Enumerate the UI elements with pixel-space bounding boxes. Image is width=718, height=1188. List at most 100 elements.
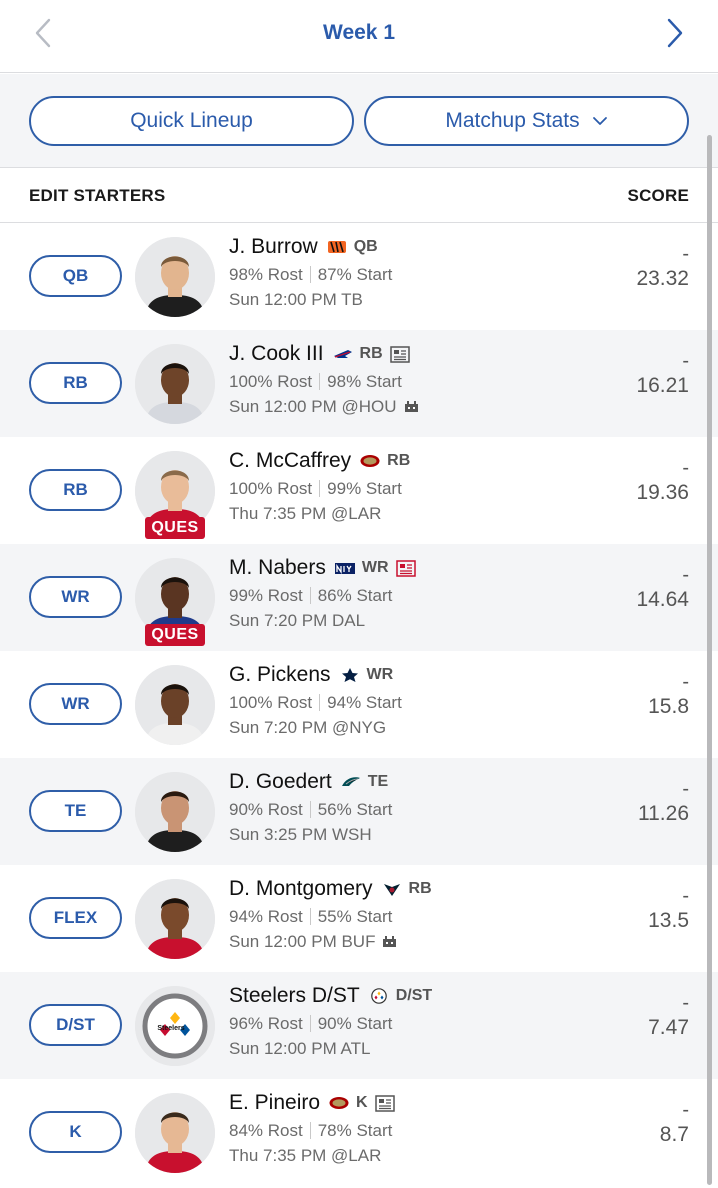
started-percent: 56% Start bbox=[317, 799, 393, 819]
player-name-link[interactable]: D. Goedert bbox=[229, 770, 332, 794]
player-row[interactable]: WR QUES M. Nabers WR 99% Rost 86% Start Sun 7:… bbox=[0, 544, 718, 651]
lineup-slot-button[interactable]: RB bbox=[29, 362, 122, 404]
avatar[interactable] bbox=[135, 665, 215, 745]
ownership-stats: 94% Rost 55% Start bbox=[229, 904, 432, 929]
chevron-right-icon[interactable] bbox=[660, 16, 688, 50]
player-row[interactable]: TE D. Goedert TE 90% Rost 56% Start Sun 3:25 … bbox=[0, 758, 718, 865]
player-name-link[interactable]: J. Burrow bbox=[229, 235, 318, 259]
player-info: D. Montgomery RB 94% Rost 55% Start Sun 12:0… bbox=[229, 874, 432, 954]
player-name-line: M. Nabers WR bbox=[229, 553, 416, 583]
avatar[interactable] bbox=[135, 237, 215, 317]
lineup-slot-button[interactable]: FLEX bbox=[29, 897, 122, 939]
player-position: RB bbox=[387, 452, 411, 469]
player-row[interactable]: QB J. Burrow QB 98% Rost 87% Start Sun 12:00 … bbox=[0, 223, 718, 330]
player-score: 8.7 bbox=[659, 1123, 689, 1146]
game-info: Sun 12:00 PM BUF bbox=[229, 929, 432, 954]
lineup-slot-button[interactable]: K bbox=[29, 1111, 122, 1153]
stat-divider bbox=[309, 908, 311, 925]
ownership-stats: 98% Rost 87% Start bbox=[229, 262, 392, 287]
quick-lineup-button[interactable]: Quick Lineup bbox=[29, 96, 354, 146]
game-info: Sun 7:20 PM DAL bbox=[229, 608, 416, 633]
projected-placeholder: - bbox=[682, 778, 689, 800]
ownership-stats: 100% Rost 94% Start bbox=[229, 690, 402, 715]
lineup-slot-button[interactable]: WR bbox=[29, 683, 122, 725]
game-info: Thu 7:35 PM @LAR bbox=[229, 501, 410, 526]
player-news-icon[interactable] bbox=[374, 1094, 395, 1112]
injury-status-badge: QUES bbox=[145, 624, 205, 646]
rostered-percent: 98% Rost bbox=[229, 264, 303, 284]
player-news-icon[interactable] bbox=[389, 345, 410, 363]
giants-logo bbox=[334, 563, 355, 575]
matchup-stats-label: Matchup Stats bbox=[445, 109, 580, 132]
projected-placeholder: - bbox=[682, 564, 689, 586]
player-name-link[interactable]: C. McCaffrey bbox=[229, 449, 351, 473]
rostered-percent: 100% Rost bbox=[229, 371, 313, 391]
edit-starters-heading: EDIT STARTERS bbox=[29, 186, 166, 205]
avatar[interactable]: Steelers bbox=[135, 986, 215, 1066]
player-score: 15.8 bbox=[648, 695, 689, 718]
player-info: E. Pineiro K 84% Rost 78% Start Thu 7:35 PM … bbox=[229, 1088, 395, 1168]
player-name-link[interactable]: G. Pickens bbox=[229, 663, 331, 687]
week-title[interactable]: Week 1 bbox=[0, 21, 718, 45]
player-score: 19.36 bbox=[636, 481, 689, 504]
lineup-slot-button[interactable]: D/ST bbox=[29, 1004, 122, 1046]
stadium-icon bbox=[404, 401, 418, 412]
rostered-percent: 84% Rost bbox=[229, 1120, 303, 1140]
quick-lineup-label: Quick Lineup bbox=[130, 109, 253, 132]
stat-divider bbox=[309, 1122, 311, 1139]
player-name-link[interactable]: J. Cook III bbox=[229, 342, 324, 366]
started-percent: 78% Start bbox=[317, 1120, 393, 1140]
scrollbar[interactable] bbox=[707, 135, 712, 1185]
player-row[interactable]: FLEX D. Montgomery RB 94% Rost 55% Start Sun … bbox=[0, 865, 718, 972]
projected-placeholder: - bbox=[682, 671, 689, 693]
player-position: D/ST bbox=[395, 987, 433, 1004]
lineup-slot-button[interactable]: QB bbox=[29, 255, 122, 297]
ownership-stats: 99% Rost 86% Start bbox=[229, 583, 416, 608]
lineup-slot-button[interactable]: TE bbox=[29, 790, 122, 832]
projected-placeholder: - bbox=[682, 885, 689, 907]
player-name-line: C. McCaffrey RB bbox=[229, 446, 410, 476]
player-news-icon[interactable] bbox=[395, 559, 416, 577]
started-percent: 99% Start bbox=[327, 478, 402, 498]
player-position: TE bbox=[367, 773, 389, 790]
player-row[interactable]: WR G. Pickens WR 100% Rost 94% Start Sun 7:20… bbox=[0, 651, 718, 758]
lineup-slot-button[interactable]: RB bbox=[29, 469, 122, 511]
rostered-percent: 99% Rost bbox=[229, 585, 303, 605]
player-row[interactable]: RB QUES C. McCaffrey RB 100% Rost 99% Start Th… bbox=[0, 437, 718, 544]
player-score: 16.21 bbox=[636, 374, 689, 397]
stat-divider bbox=[319, 373, 321, 390]
lineup-slot-button[interactable]: WR bbox=[29, 576, 122, 618]
player-info: Steelers D/ST D/ST 96% Rost 90% Start Sun 12… bbox=[229, 981, 432, 1061]
started-percent: 87% Start bbox=[317, 264, 393, 284]
avatar[interactable] bbox=[135, 1093, 215, 1173]
starters-list-header: EDIT STARTERS SCORE bbox=[0, 169, 718, 223]
started-percent: 98% Start bbox=[327, 371, 402, 391]
rostered-percent: 100% Rost bbox=[229, 478, 313, 498]
projected-placeholder: - bbox=[682, 243, 689, 265]
player-name-line: Steelers D/ST D/ST bbox=[229, 981, 432, 1011]
game-time-opponent: Sun 12:00 PM ATL bbox=[229, 1038, 371, 1058]
started-percent: 86% Start bbox=[317, 585, 393, 605]
player-row[interactable]: RB J. Cook III RB 100% Rost 98% Start Sun 12:… bbox=[0, 330, 718, 437]
player-row[interactable]: K E. Pineiro K 84% Rost 78% Start Thu 7:35 PM… bbox=[0, 1079, 718, 1186]
avatar[interactable] bbox=[135, 772, 215, 852]
player-row[interactable]: D/ST Steelers Steelers D/ST D/ST 96% Rost 90%… bbox=[0, 972, 718, 1079]
injury-status-badge: QUES bbox=[145, 517, 205, 539]
player-name-line: G. Pickens WR bbox=[229, 660, 402, 690]
matchup-stats-dropdown[interactable]: Matchup Stats bbox=[364, 96, 689, 146]
chevron-down-icon bbox=[592, 117, 607, 125]
player-name-link[interactable]: D. Montgomery bbox=[229, 877, 373, 901]
player-name-line: E. Pineiro K bbox=[229, 1088, 395, 1118]
player-name-link[interactable]: Steelers D/ST bbox=[229, 984, 360, 1008]
player-name-link[interactable]: M. Nabers bbox=[229, 556, 326, 580]
bengals-logo bbox=[327, 241, 346, 253]
started-percent: 90% Start bbox=[317, 1013, 393, 1033]
rostered-percent: 90% Rost bbox=[229, 799, 303, 819]
ownership-stats: 84% Rost 78% Start bbox=[229, 1118, 395, 1143]
player-name-link[interactable]: E. Pineiro bbox=[229, 1091, 320, 1115]
player-score: 11.26 bbox=[638, 802, 689, 825]
avatar[interactable] bbox=[135, 879, 215, 959]
player-position: WR bbox=[366, 666, 394, 683]
avatar[interactable] bbox=[135, 344, 215, 424]
player-info: J. Cook III RB 100% Rost 98% Start Sun 12:00… bbox=[229, 339, 419, 419]
